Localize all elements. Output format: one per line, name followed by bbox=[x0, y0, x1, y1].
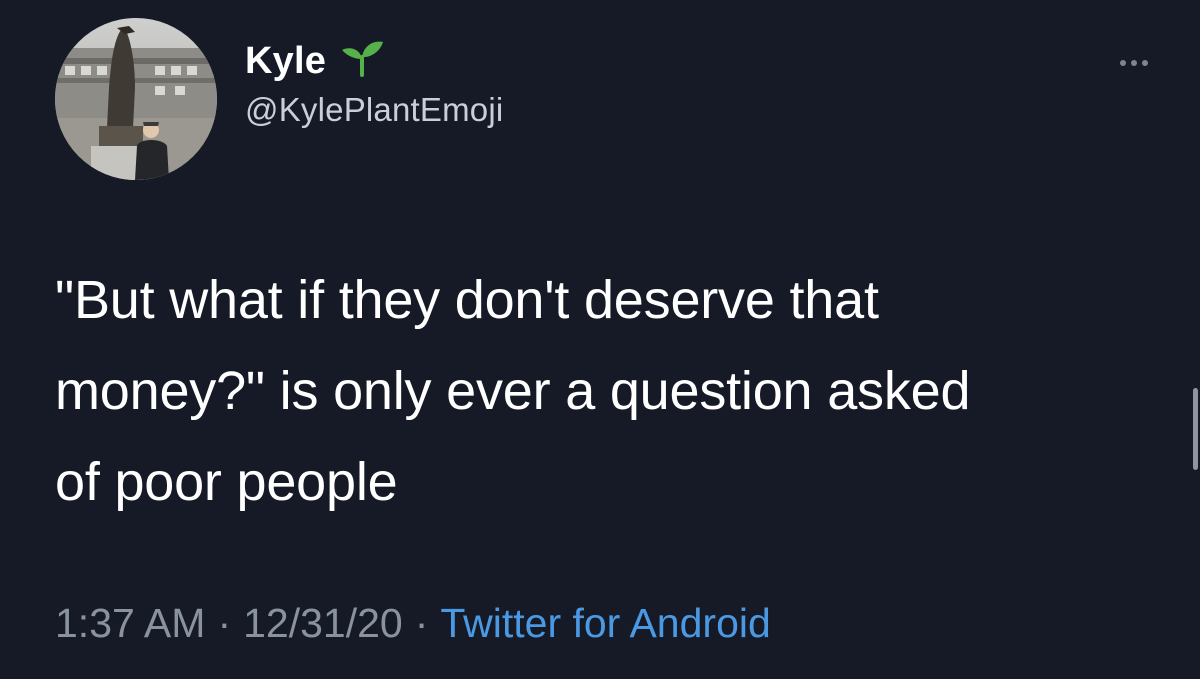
tweet-card: Kyle @KylePlantEmoji "But what if they d… bbox=[0, 0, 1200, 679]
dot bbox=[1120, 60, 1126, 66]
seedling-icon bbox=[340, 37, 384, 82]
dot bbox=[1131, 60, 1137, 66]
author-names: Kyle @KylePlantEmoji bbox=[245, 40, 503, 129]
dot bbox=[1142, 60, 1148, 66]
more-horizontal-icon[interactable] bbox=[1120, 60, 1148, 66]
tweet-metadata: 1:37 AM · 12/31/20 · Twitter for Android bbox=[55, 600, 771, 647]
scrollbar-thumb[interactable] bbox=[1193, 388, 1198, 470]
avatar[interactable] bbox=[55, 18, 217, 180]
tweet-header: Kyle @KylePlantEmoji bbox=[55, 18, 503, 180]
avatar-statue-photo bbox=[55, 18, 217, 180]
tweet-time[interactable]: 1:37 AM bbox=[55, 600, 205, 647]
separator: · bbox=[217, 600, 232, 646]
tweet-source-link[interactable]: Twitter for Android bbox=[440, 600, 770, 647]
separator: · bbox=[414, 600, 429, 646]
tweet-text: "But what if they don't deserve that mon… bbox=[55, 270, 971, 512]
user-handle[interactable]: @KylePlantEmoji bbox=[245, 91, 503, 129]
display-name[interactable]: Kyle bbox=[245, 40, 326, 83]
name-row: Kyle bbox=[245, 40, 503, 83]
tweet-date[interactable]: 12/31/20 bbox=[243, 600, 403, 647]
